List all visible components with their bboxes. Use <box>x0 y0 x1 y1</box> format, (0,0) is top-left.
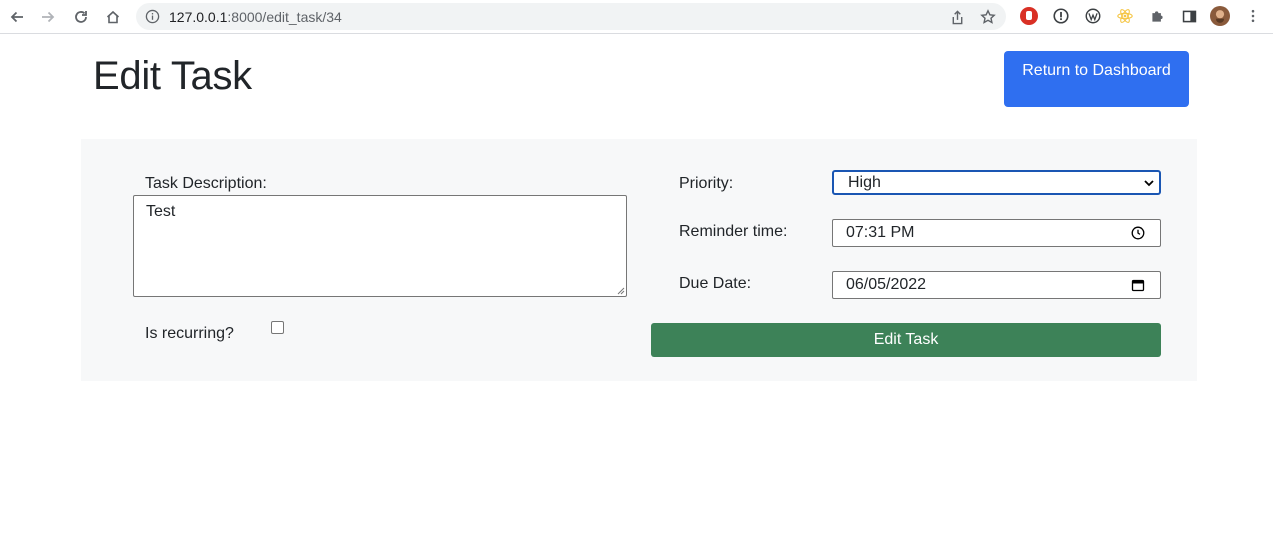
browser-toolbar: 127.0.0.1:8000/edit_task/34 <box>0 0 1273 34</box>
due-date-value: 06/05/2022 <box>846 276 927 293</box>
calendar-icon[interactable] <box>1131 278 1145 292</box>
address-bar[interactable]: 127.0.0.1:8000/edit_task/34 <box>136 3 1006 30</box>
priority-select[interactable]: High <box>832 170 1161 195</box>
forward-icon[interactable] <box>35 4 61 30</box>
edit-task-submit-button[interactable]: Edit Task <box>651 323 1161 357</box>
task-description-value: Test <box>146 203 176 220</box>
due-date-input[interactable]: 06/05/2022 <box>832 271 1161 299</box>
return-to-dashboard-button[interactable]: Return to Dashboard <box>1004 51 1189 107</box>
reminder-time-label: Reminder time: <box>679 223 788 240</box>
profile-avatar[interactable] <box>1210 6 1230 26</box>
task-description-textarea[interactable]: Test <box>133 195 627 297</box>
url-text: 127.0.0.1:8000/edit_task/34 <box>169 9 342 25</box>
browser-menu-icon[interactable] <box>1243 6 1263 26</box>
priority-label: Priority: <box>679 175 734 192</box>
reload-icon[interactable] <box>68 4 94 30</box>
bookmark-star-icon[interactable] <box>979 8 997 26</box>
reminder-time-input[interactable]: 07:31 PM <box>832 219 1161 247</box>
reminder-time-value: 07:31 PM <box>846 224 915 241</box>
back-icon[interactable] <box>4 4 30 30</box>
clock-icon[interactable] <box>1131 226 1145 240</box>
extensions-puzzle-icon[interactable] <box>1147 6 1167 26</box>
task-description-label: Task Description: <box>145 175 267 192</box>
side-panel-icon[interactable] <box>1179 6 1199 26</box>
resize-handle-icon[interactable] <box>616 286 625 295</box>
due-date-label: Due Date: <box>679 275 752 292</box>
is-recurring-label: Is recurring? <box>145 325 234 342</box>
extension-info-icon[interactable] <box>1051 6 1071 26</box>
adblock-extension-icon[interactable] <box>1019 6 1039 26</box>
priority-value: High <box>848 174 881 191</box>
react-devtools-icon[interactable] <box>1115 6 1135 26</box>
chevron-down-icon <box>1144 180 1154 187</box>
wordpress-extension-icon[interactable] <box>1083 6 1103 26</box>
site-info-icon[interactable] <box>145 9 160 24</box>
is-recurring-checkbox[interactable] <box>271 321 284 334</box>
page-title: Edit Task <box>93 54 252 98</box>
home-icon[interactable] <box>100 4 126 30</box>
share-icon[interactable] <box>948 8 966 26</box>
